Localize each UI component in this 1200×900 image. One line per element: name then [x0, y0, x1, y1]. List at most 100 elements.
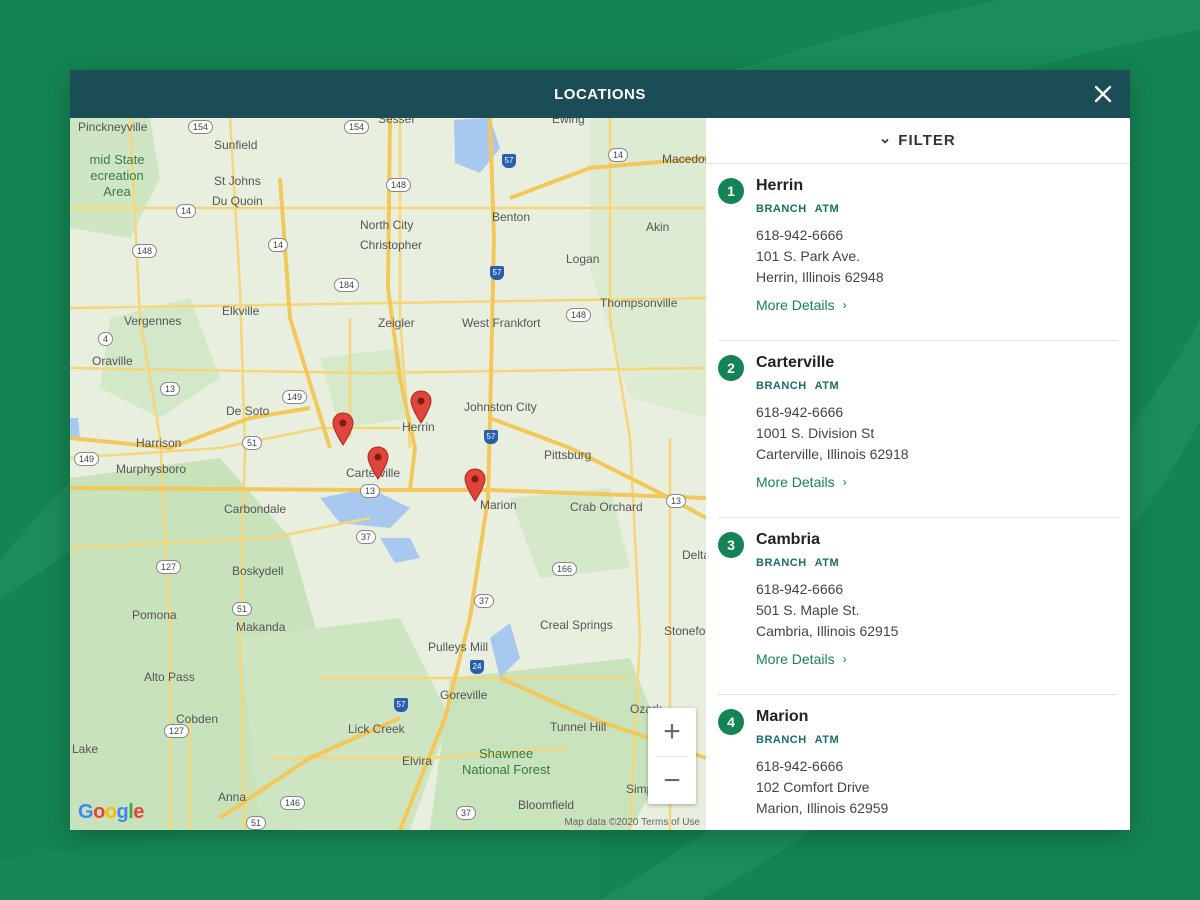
map-label: Sesser: [378, 118, 416, 126]
route-shield: 166: [552, 562, 578, 576]
google-logo: Google: [78, 801, 144, 823]
location-number-badge: 1: [718, 178, 744, 204]
map-pin-icon[interactable]: [332, 412, 354, 446]
map-label: Elvira: [402, 754, 433, 768]
route-shield: 51: [232, 602, 253, 616]
interstate-shield: 57: [394, 698, 408, 712]
map-label: Makanda: [236, 620, 286, 634]
location-name: Carterville: [756, 354, 835, 371]
map-label: Macedonia: [662, 152, 706, 166]
interstate-shield: 57: [490, 266, 504, 280]
zoom-in-button[interactable]: +: [648, 708, 696, 756]
route-shield: 127: [164, 724, 190, 738]
map-label: Carbondale: [224, 502, 287, 516]
route-shield: 13: [160, 382, 181, 396]
map-label: Elkville: [222, 304, 260, 318]
route-shield: 148: [132, 244, 158, 258]
route-shield: 51: [242, 436, 263, 450]
map-label: St Johns: [214, 174, 261, 188]
location-number-badge: 4: [718, 709, 744, 735]
location-tag: BRANCH: [756, 557, 807, 569]
map-label: Ewing: [552, 118, 585, 126]
more-details-link[interactable]: More Details ›: [756, 297, 847, 313]
location-address-line1: 102 Comfort Drive: [756, 779, 870, 795]
route-shield: 184: [334, 278, 360, 292]
map-label: Bloomfield: [518, 798, 575, 812]
map-pin-icon[interactable]: [464, 468, 486, 502]
location-address-line2: Carterville, Illinois 62918: [756, 446, 909, 462]
map-label: Christopher: [360, 238, 423, 252]
location-address-line2: Herrin, Illinois 62948: [756, 269, 884, 285]
location-name: Herrin: [756, 177, 804, 194]
route-shield: 149: [282, 390, 308, 404]
location-address-line1: 501 S. Maple St.: [756, 602, 860, 618]
route-shield: 127: [156, 560, 182, 574]
more-details-link[interactable]: More Details ›: [756, 651, 847, 667]
route-shield: 154: [344, 120, 370, 134]
location-item: 4 Marion BRANCH ATM 618-942-6666 102 Com…: [718, 695, 1118, 830]
location-phone: 618-942-6666: [756, 758, 844, 774]
chevron-right-icon: ›: [842, 475, 847, 489]
map-label: Lick Creek: [348, 722, 405, 736]
locations-modal: LOCATIONS Pinckneyville Sesser Ewing Sun…: [70, 70, 1130, 830]
filter-label: FILTER: [898, 132, 956, 149]
more-details-link[interactable]: More Details ›: [756, 474, 847, 490]
map-view[interactable]: Pinckneyville Sesser Ewing Sunfield Mace…: [70, 118, 706, 830]
route-shield: 37: [356, 530, 377, 544]
filter-toggle[interactable]: FILTER: [706, 118, 1130, 164]
map-label: Sunfield: [214, 138, 258, 152]
map-label: Thompsonville: [600, 296, 678, 310]
zoom-out-button[interactable]: −: [648, 757, 696, 805]
modal-header: LOCATIONS: [70, 70, 1130, 118]
map-label: Creal Springs: [540, 618, 613, 632]
location-tag: ATM: [814, 557, 840, 569]
close-icon[interactable]: [1090, 81, 1116, 107]
map-label: Zeigler: [378, 316, 415, 330]
location-phone: 618-942-6666: [756, 227, 844, 243]
location-number-badge: 3: [718, 532, 744, 558]
location-address-line2: Marion, Illinois 62959: [756, 800, 889, 816]
route-shield: 154: [188, 120, 214, 134]
map-label: Oraville: [92, 354, 133, 368]
map-label: Lake: [72, 742, 99, 756]
route-shield: 37: [474, 594, 495, 608]
route-shield: 148: [386, 178, 412, 192]
route-shield: 37: [456, 806, 477, 820]
map-pin-icon[interactable]: [367, 446, 389, 480]
chevron-down-icon: [881, 138, 889, 144]
location-tag: ATM: [814, 734, 840, 746]
location-address-line2: Cambria, Illinois 62915: [756, 623, 899, 639]
map-label: Pinckneyville: [78, 120, 148, 134]
map-pin-icon[interactable]: [410, 390, 432, 424]
more-details-label: More Details: [756, 297, 835, 313]
location-item: 1 Herrin BRANCH ATM 618-942-6666 101 S. …: [718, 164, 1118, 341]
map-label: mid State ecreation Area: [89, 152, 145, 199]
map-label: De Soto: [226, 404, 270, 418]
map-label: West Frankfort: [462, 316, 541, 330]
location-tag: BRANCH: [756, 380, 807, 392]
location-number-badge: 2: [718, 355, 744, 381]
interstate-shield: 57: [502, 154, 516, 168]
more-details-label: More Details: [756, 474, 835, 490]
interstate-shield: 24: [470, 660, 484, 674]
more-details-label: More Details: [756, 651, 835, 667]
map-label: Harrison: [136, 436, 182, 450]
route-shield: 148: [566, 308, 592, 322]
map-label: North City: [360, 218, 414, 232]
route-shield: 4: [98, 332, 114, 346]
location-tag: ATM: [814, 380, 840, 392]
map-label: Stonefort: [664, 624, 706, 638]
map-label: Pulleys Mill: [428, 640, 489, 654]
route-shield: 13: [666, 494, 687, 508]
map-label: Pittsburg: [544, 448, 592, 462]
map-attribution[interactable]: Map data ©2020 Terms of Use: [564, 817, 700, 828]
map-label: Goreville: [440, 688, 488, 702]
route-shield: 51: [246, 816, 267, 830]
map-label: Murphysboro: [116, 462, 187, 476]
map-label: Vergennes: [124, 314, 182, 328]
route-shield: 14: [268, 238, 289, 252]
location-address-line1: 101 S. Park Ave.: [756, 248, 861, 264]
map-label: Tunnel Hill: [550, 720, 607, 734]
location-item: 2 Carterville BRANCH ATM 618-942-6666 10…: [718, 341, 1118, 518]
map-park-label: Shawnee National Forest: [462, 746, 551, 777]
